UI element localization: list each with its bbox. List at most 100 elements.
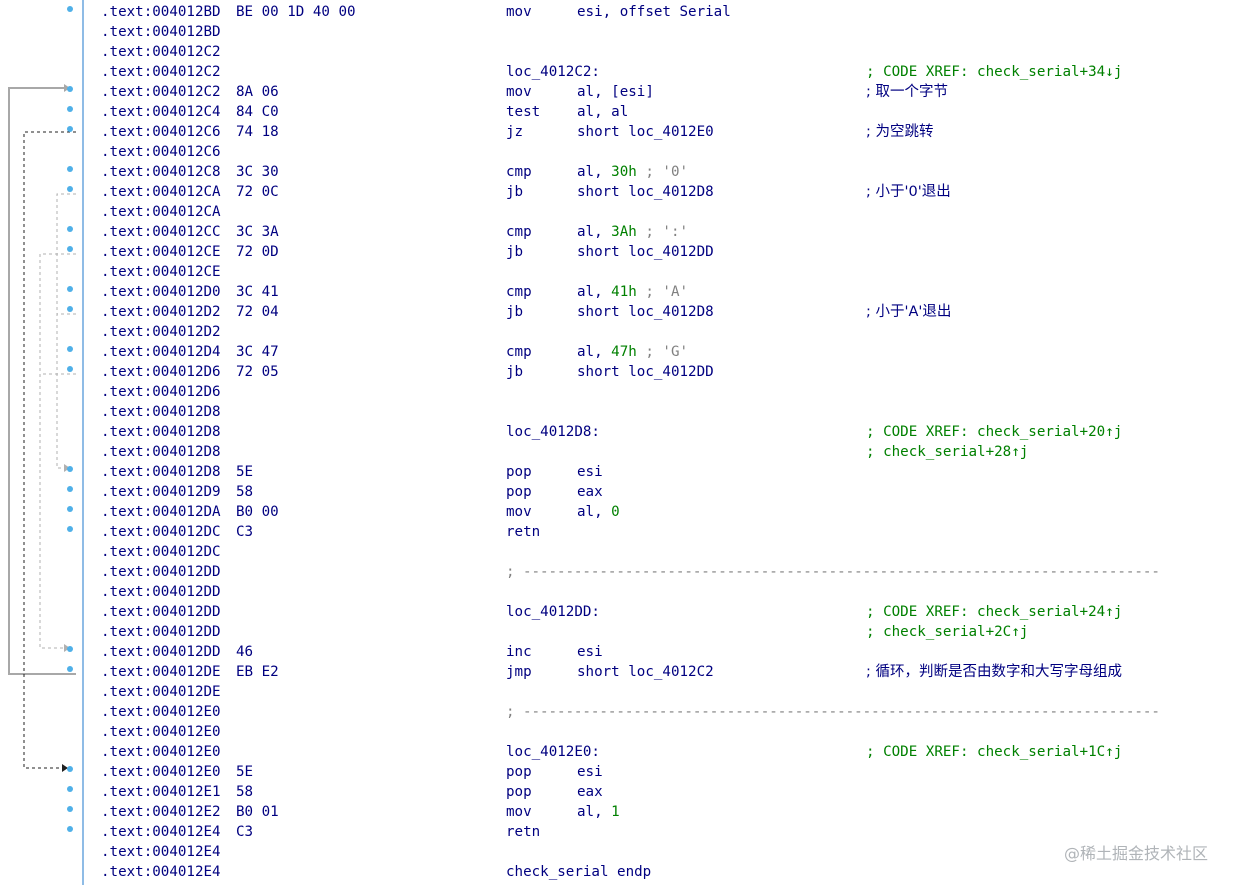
listing-line[interactable]: .text:004012D8 5E pop esi: [0, 462, 1250, 482]
line-address[interactable]: .text:004012C6: [101, 142, 221, 162]
instruction-operand[interactable]: al, 0: [577, 502, 620, 522]
listing-line[interactable]: .text:004012DD ; check_serial+2C↑j: [0, 622, 1250, 642]
line-bytes[interactable]: 8A 06: [236, 82, 279, 102]
line-bytes[interactable]: C3: [236, 522, 253, 542]
line-address[interactable]: .text:004012DD: [101, 642, 221, 662]
function-separator[interactable]: ; --------------------------------------…: [506, 702, 1160, 722]
breakpoint-dot-icon[interactable]: [67, 826, 73, 832]
listing-line[interactable]: .text:004012E0 5E pop esi: [0, 762, 1250, 782]
breakpoint-dot-icon[interactable]: [67, 506, 73, 512]
instruction-mnemonic[interactable]: mov: [506, 802, 532, 822]
listing-line[interactable]: .text:004012CE: [0, 262, 1250, 282]
line-address[interactable]: .text:004012E0: [101, 722, 221, 742]
line-address[interactable]: .text:004012D9: [101, 482, 221, 502]
code-label[interactable]: loc_4012DD:: [506, 602, 600, 622]
line-address[interactable]: .text:004012DD: [101, 562, 221, 582]
line-comment[interactable]: ; 为空跳转: [866, 122, 934, 142]
listing-line[interactable]: .text:004012DD: [0, 582, 1250, 602]
instruction-operand[interactable]: al, al: [577, 102, 628, 122]
line-bytes[interactable]: 72 0C: [236, 182, 279, 202]
listing-line[interactable]: .text:004012C6 74 18 jz short loc_4012E0 ; 为…: [0, 122, 1250, 142]
listing-line[interactable]: .text:004012CE 72 0D jb short loc_4012DD: [0, 242, 1250, 262]
line-comment[interactable]: ; CODE XREF: check_serial+20↑j: [866, 422, 1122, 442]
line-address[interactable]: .text:004012C8: [101, 162, 221, 182]
instruction-mnemonic[interactable]: pop: [506, 462, 532, 482]
instruction-operand[interactable]: al, 3Ah ; ':': [577, 222, 688, 242]
breakpoint-dot-icon[interactable]: [67, 486, 73, 492]
disassembly-listing[interactable]: .text:004012BD BE 00 1D 40 00 mov esi, offs…: [0, 0, 1250, 885]
listing-line[interactable]: .text:004012C2 8A 06 mov al, [esi] ; 取一个字节: [0, 82, 1250, 102]
line-address[interactable]: .text:004012BD: [101, 2, 221, 22]
listing-line[interactable]: .text:004012C2 loc_4012C2: ; CODE XREF: ch…: [0, 62, 1250, 82]
code-label[interactable]: loc_4012E0:: [506, 742, 600, 762]
listing-line[interactable]: .text:004012D2: [0, 322, 1250, 342]
line-address[interactable]: .text:004012BD: [101, 22, 221, 42]
line-bytes[interactable]: 46: [236, 642, 253, 662]
line-bytes[interactable]: 5E: [236, 762, 253, 782]
breakpoint-dot-icon[interactable]: [67, 86, 73, 92]
breakpoint-dot-icon[interactable]: [67, 366, 73, 372]
line-address[interactable]: .text:004012D8: [101, 462, 221, 482]
line-address[interactable]: .text:004012DE: [101, 662, 221, 682]
listing-line[interactable]: .text:004012E4 check_serial endp: [0, 862, 1250, 882]
line-bytes[interactable]: C3: [236, 822, 253, 842]
listing-line[interactable]: .text:004012DD ; ------------------------…: [0, 562, 1250, 582]
line-address[interactable]: .text:004012D8: [101, 442, 221, 462]
instruction-mnemonic[interactable]: test: [506, 102, 540, 122]
line-address[interactable]: .text:004012DE: [101, 682, 221, 702]
line-bytes[interactable]: 84 C0: [236, 102, 279, 122]
instruction-operand[interactable]: short loc_4012DD: [577, 242, 714, 262]
instruction-operand[interactable]: al, 30h ; '0': [577, 162, 688, 182]
instruction-operand[interactable]: al, 47h ; 'G': [577, 342, 688, 362]
instruction-mnemonic[interactable]: jb: [506, 302, 523, 322]
listing-line[interactable]: .text:004012CA 72 0C jb short loc_4012D8 ; 小…: [0, 182, 1250, 202]
line-address[interactable]: .text:004012DD: [101, 602, 221, 622]
listing-line[interactable]: .text:004012D9 58 pop eax: [0, 482, 1250, 502]
line-address[interactable]: .text:004012DD: [101, 582, 221, 602]
instruction-mnemonic[interactable]: mov: [506, 502, 532, 522]
line-address[interactable]: .text:004012D2: [101, 322, 221, 342]
line-comment[interactable]: ; CODE XREF: check_serial+34↓j: [866, 62, 1122, 82]
line-address[interactable]: .text:004012E4: [101, 842, 221, 862]
line-address[interactable]: .text:004012DD: [101, 622, 221, 642]
line-address[interactable]: .text:004012D6: [101, 362, 221, 382]
line-bytes[interactable]: BE 00 1D 40 00: [236, 2, 356, 22]
breakpoint-dot-icon[interactable]: [67, 306, 73, 312]
breakpoint-dot-icon[interactable]: [67, 126, 73, 132]
listing-line[interactable]: .text:004012D0 3C 41 cmp al, 41h ; 'A': [0, 282, 1250, 302]
line-address[interactable]: .text:004012CA: [101, 202, 221, 222]
line-address[interactable]: .text:004012CE: [101, 242, 221, 262]
line-comment[interactable]: ; 小于'A'退出: [866, 302, 951, 322]
instruction-operand[interactable]: esi, offset Serial: [577, 2, 731, 22]
listing-line[interactable]: .text:004012CC 3C 3A cmp al, 3Ah ; ':': [0, 222, 1250, 242]
instruction-mnemonic[interactable]: jb: [506, 242, 523, 262]
listing-line[interactable]: .text:004012C8 3C 30 cmp al, 30h ; '0': [0, 162, 1250, 182]
instruction-operand[interactable]: short loc_4012D8: [577, 302, 714, 322]
instruction-mnemonic[interactable]: jb: [506, 182, 523, 202]
line-address[interactable]: .text:004012C6: [101, 122, 221, 142]
listing-line[interactable]: .text:004012DC: [0, 542, 1250, 562]
listing-line[interactable]: .text:004012BD BE 00 1D 40 00 mov esi, offs…: [0, 2, 1250, 22]
instruction-mnemonic[interactable]: pop: [506, 782, 532, 802]
instruction-mnemonic[interactable]: cmp: [506, 162, 532, 182]
code-label[interactable]: loc_4012C2:: [506, 62, 600, 82]
line-bytes[interactable]: B0 01: [236, 802, 279, 822]
instruction-operand[interactable]: al, 41h ; 'A': [577, 282, 688, 302]
line-address[interactable]: .text:004012D8: [101, 422, 221, 442]
line-comment[interactable]: ; 小于'0'退出: [866, 182, 951, 202]
instruction-operand[interactable]: eax: [577, 782, 603, 802]
listing-line[interactable]: .text:004012E0 ; ------------------------…: [0, 702, 1250, 722]
listing-line[interactable]: .text:004012E4: [0, 842, 1250, 862]
breakpoint-dot-icon[interactable]: [67, 166, 73, 172]
line-address[interactable]: .text:004012DC: [101, 522, 221, 542]
line-comment[interactable]: ; 循环，判断是否由数字和大写字母组成: [866, 662, 1122, 682]
listing-line[interactable]: .text:004012C2: [0, 42, 1250, 62]
line-bytes[interactable]: 5E: [236, 462, 253, 482]
listing-line[interactable]: .text:004012D8: [0, 402, 1250, 422]
listing-line[interactable]: .text:004012D2 72 04 jb short loc_4012D8 ; 小…: [0, 302, 1250, 322]
line-address[interactable]: .text:004012DA: [101, 502, 221, 522]
line-address[interactable]: .text:004012E2: [101, 802, 221, 822]
breakpoint-dot-icon[interactable]: [67, 186, 73, 192]
listing-line[interactable]: .text:004012DD loc_4012DD: ; CODE XREF: ch…: [0, 602, 1250, 622]
instruction-mnemonic[interactable]: pop: [506, 762, 532, 782]
